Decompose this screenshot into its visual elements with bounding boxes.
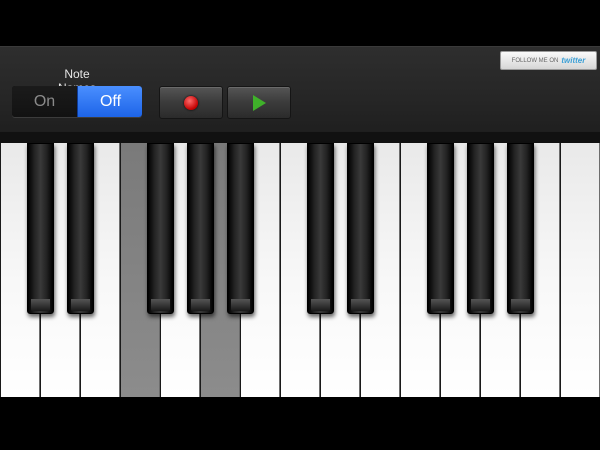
black-key[interactable] (226, 143, 254, 314)
black-key[interactable] (426, 143, 454, 314)
toggle-on-button[interactable]: On (12, 86, 77, 117)
play-button[interactable] (227, 86, 291, 119)
record-icon (184, 95, 198, 110)
toggle-off-button[interactable]: Off (77, 86, 142, 117)
black-key[interactable] (186, 143, 214, 314)
black-key[interactable] (466, 143, 494, 314)
follow-twitter-button[interactable]: FOLLOW ME ON twitter (500, 51, 597, 70)
white-key[interactable] (560, 143, 600, 397)
black-key[interactable] (346, 143, 374, 314)
black-key[interactable] (26, 143, 54, 314)
record-button[interactable] (159, 86, 223, 119)
piano-keyboard (0, 132, 600, 397)
twitter-logo-text: twitter (561, 56, 586, 65)
twitter-prefix: FOLLOW ME ON (511, 57, 559, 64)
note-names-toggle[interactable]: On Off (12, 86, 142, 117)
black-key[interactable] (146, 143, 174, 314)
black-key[interactable] (66, 143, 94, 314)
play-icon (252, 94, 266, 111)
black-key[interactable] (306, 143, 334, 314)
black-key[interactable] (506, 143, 534, 314)
bottom-bar (0, 397, 600, 450)
